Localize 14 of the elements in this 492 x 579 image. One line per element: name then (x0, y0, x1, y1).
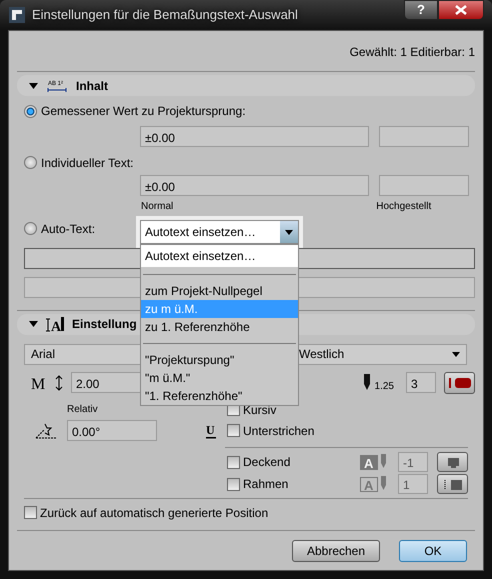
field-label: Hochgestellt (376, 200, 432, 214)
checkbox-label: Rahmen (243, 476, 288, 493)
radio-label: Auto-Text: (41, 220, 96, 238)
checkbox-label: Kursiv (243, 402, 276, 418)
window-title: Einstellungen für die Bemaßungstext-Auswahl (32, 6, 298, 24)
radio-label: Gemessener Wert zu Projektursprung: (41, 103, 246, 120)
pen-thickness: 1.25 (374, 380, 394, 394)
selection-info: Gewählt: 1 Editierbar: 1 (350, 44, 475, 61)
size-mode-label: Relativ (67, 403, 98, 417)
checkbox-label: Zurück auf automatisch generierte Position (40, 504, 268, 522)
checkbox-label: Deckend (243, 454, 290, 471)
field-label: Normal (141, 200, 174, 214)
checkbox-label: Unterstrichen (243, 422, 314, 440)
radio-label: Individueller Text: (41, 154, 134, 172)
